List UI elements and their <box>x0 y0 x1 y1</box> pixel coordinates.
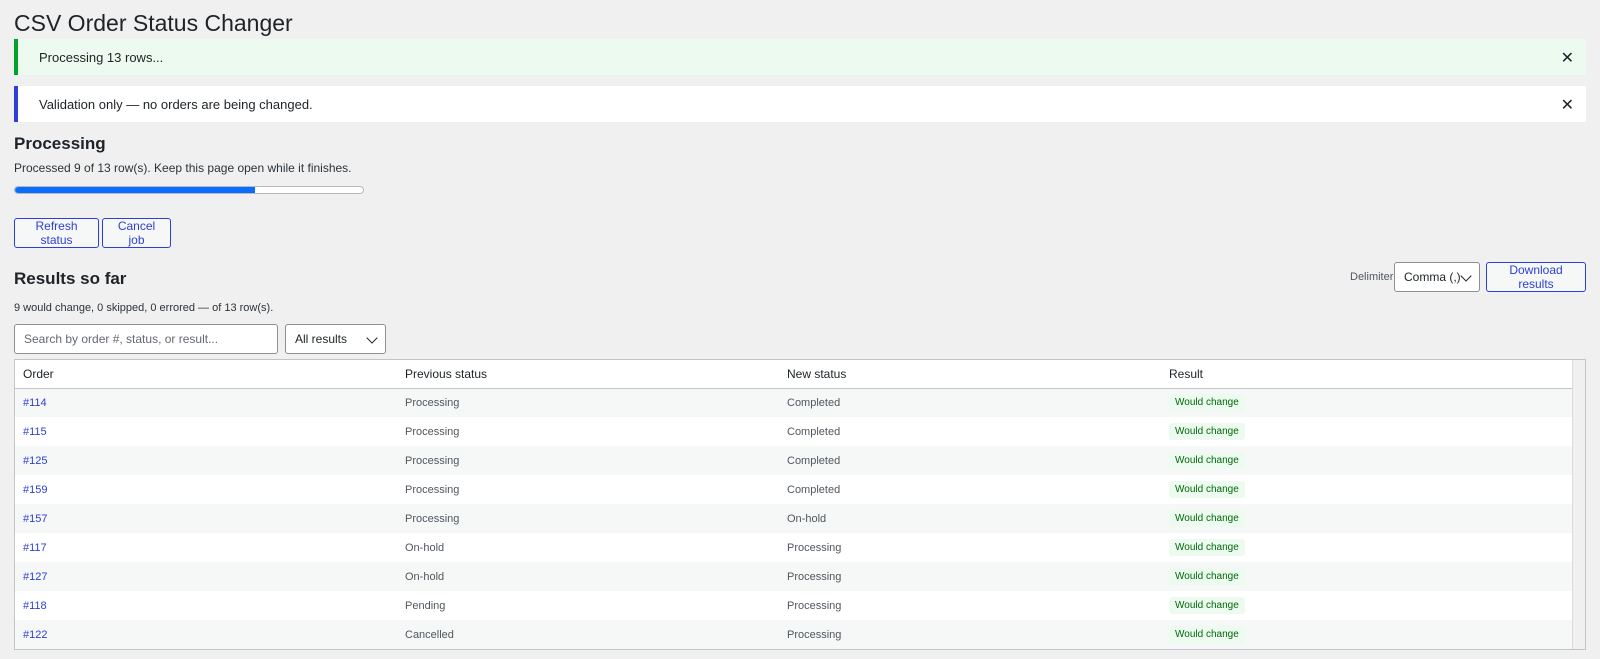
previous-status-cell: Processing <box>405 512 460 525</box>
new-status-cell: On-hold <box>787 512 827 525</box>
new-status-cell: Completed <box>787 396 841 409</box>
results-summary: 9 would change, 0 skipped, 0 errored — o… <box>14 302 274 314</box>
table-row: #125 Processing Completed Would change <box>15 446 1575 475</box>
order-link[interactable]: #114 <box>23 397 47 409</box>
results-heading: Results so far <box>14 269 127 288</box>
order-link[interactable]: #115 <box>23 426 47 438</box>
table-scrollbar[interactable] <box>1572 360 1585 649</box>
previous-status-cell: Processing <box>405 454 460 467</box>
result-badge: Would change <box>1169 597 1245 614</box>
order-link[interactable]: #157 <box>23 513 47 525</box>
page-title: CSV Order Status Changer <box>14 10 293 36</box>
progress-bar <box>14 186 364 194</box>
previous-status-cell: Processing <box>405 483 460 496</box>
search-input[interactable] <box>14 324 278 354</box>
column-header-result[interactable]: Result <box>1161 360 1575 388</box>
results-filter-value: All results <box>295 332 348 346</box>
table-header-row: Order Previous status New status Result <box>15 360 1575 388</box>
new-status-cell: Completed <box>787 425 841 438</box>
dismiss-close-icon[interactable]: ✕ <box>1561 95 1574 115</box>
table-row: #114 Processing Completed Would change <box>15 388 1575 417</box>
refresh-status-button[interactable]: Refresh status <box>14 218 99 248</box>
table-row: #157 Processing On-hold Would change <box>15 504 1575 533</box>
table-row: #127 On-hold Processing Would change <box>15 562 1575 591</box>
result-badge: Would change <box>1169 394 1245 412</box>
download-results-button[interactable]: Download results <box>1486 262 1586 292</box>
result-badge: Would change <box>1169 481 1245 498</box>
order-link[interactable]: #117 <box>23 542 47 554</box>
result-badge: Would change <box>1169 568 1245 585</box>
order-link[interactable]: #122 <box>23 629 47 641</box>
progress-bar-fill <box>15 187 256 193</box>
dismiss-close-icon[interactable]: ✕ <box>1561 48 1574 68</box>
delimiter-select[interactable]: Comma (,) <box>1394 262 1480 292</box>
column-header-new-status[interactable]: New status <box>779 360 1161 388</box>
result-badge: Would change <box>1169 539 1245 556</box>
table-row: #115 Processing Completed Would change <box>15 417 1575 446</box>
new-status-cell: Processing <box>787 541 842 554</box>
table-row: #117 On-hold Processing Would change <box>15 533 1575 562</box>
processing-notice: Processing 13 rows... ✕ <box>14 39 1586 75</box>
delimiter-label: Delimiter: <box>1350 271 1397 283</box>
result-badge: Would change <box>1169 423 1245 440</box>
column-header-previous-status[interactable]: Previous status <box>397 360 779 388</box>
new-status-cell: Processing <box>787 599 842 612</box>
new-status-cell: Processing <box>787 570 842 583</box>
previous-status-cell: Processing <box>405 396 460 409</box>
results-table: Order Previous status New status Result … <box>14 359 1586 650</box>
order-link[interactable]: #159 <box>23 484 47 496</box>
validation-notice: Validation only — no orders are being ch… <box>14 86 1586 122</box>
table-row: #159 Processing Completed Would change <box>15 475 1575 504</box>
table-row: #118 Pending Processing Would change <box>15 591 1575 620</box>
new-status-cell: Completed <box>787 454 841 467</box>
processing-notice-text: Processing 13 rows... <box>39 49 164 65</box>
cancel-job-button[interactable]: Cancel job <box>102 218 171 248</box>
result-badge: Would change <box>1169 626 1245 643</box>
validation-notice-text: Validation only — no orders are being ch… <box>39 96 313 112</box>
column-header-order[interactable]: Order <box>15 360 397 388</box>
chevron-down-icon <box>1460 270 1472 282</box>
order-link[interactable]: #125 <box>23 455 47 467</box>
new-status-cell: Processing <box>787 628 842 641</box>
progress-text: Processed 9 of 13 row(s). Keep this page… <box>14 161 352 175</box>
new-status-cell: Completed <box>787 483 841 496</box>
processing-heading: Processing <box>14 134 106 153</box>
table-row: #122 Cancelled Processing Would change <box>15 620 1575 649</box>
order-link[interactable]: #118 <box>23 600 47 612</box>
previous-status-cell: Pending <box>405 599 446 612</box>
chevron-down-icon <box>366 332 378 344</box>
previous-status-cell: On-hold <box>405 570 445 583</box>
results-filter-select[interactable]: All results <box>285 324 386 354</box>
order-link[interactable]: #127 <box>23 571 47 583</box>
previous-status-cell: Cancelled <box>405 628 454 641</box>
result-badge: Would change <box>1169 510 1245 527</box>
previous-status-cell: On-hold <box>405 541 445 554</box>
previous-status-cell: Processing <box>405 425 460 438</box>
delimiter-select-value: Comma (,) <box>1404 270 1461 284</box>
result-badge: Would change <box>1169 452 1245 469</box>
